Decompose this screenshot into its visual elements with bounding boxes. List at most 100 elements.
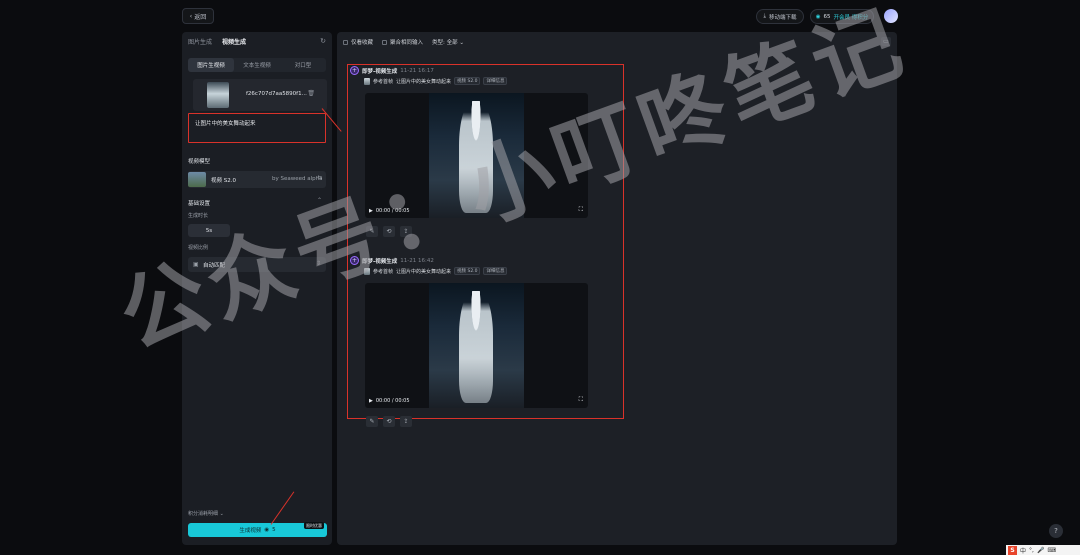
ratio-icon: ▣ bbox=[193, 261, 199, 268]
video-controls: ▶ 00:00 / 00:05 bbox=[369, 208, 410, 214]
tab-video-generation[interactable]: 视频生成 bbox=[222, 37, 246, 46]
chevron-down-icon: ⌄ bbox=[219, 511, 224, 517]
mobile-download-button[interactable]: ⤓ 移动端下载 bbox=[756, 9, 804, 24]
video-time: 00:00 / 00:05 bbox=[375, 398, 410, 404]
play-icon[interactable]: ▶ bbox=[369, 398, 373, 404]
reference-thumbnail[interactable] bbox=[364, 267, 370, 275]
generation-tabs: 图片生成 视频生成 bbox=[188, 37, 246, 46]
card-meta: 参考首帧 让图片中的美女舞动起来 视频 S2.0 详细信息 bbox=[364, 267, 508, 275]
share-icon[interactable]: ⇪ bbox=[400, 416, 412, 427]
subtab-lip-sync[interactable]: 对口型 bbox=[280, 58, 326, 72]
card-prompt: 让图片中的美女舞动起来 bbox=[396, 268, 452, 275]
generate-cost: 5 bbox=[272, 527, 276, 533]
back-button[interactable]: ‹ 返回 bbox=[182, 8, 214, 24]
filter-favorites[interactable]: 仅看收藏 bbox=[343, 38, 373, 46]
reference-label: 参考首帧 bbox=[373, 268, 394, 275]
filter-favorites-label: 仅看收藏 bbox=[351, 40, 374, 46]
model-selector[interactable]: 视频 S2.0 by Seaweed alpha ⇆ bbox=[188, 171, 326, 188]
subtab-image-to-video[interactable]: 图片生视频 bbox=[188, 58, 234, 72]
uploaded-filename: f26c707d7aa5890f1... bbox=[246, 91, 307, 97]
model-name: 视频 S2.0 bbox=[211, 178, 236, 184]
details-badge[interactable]: 详细信息 bbox=[483, 267, 508, 275]
duration-label: 生成时长 bbox=[188, 213, 209, 219]
points-icon: ◉ bbox=[815, 13, 821, 20]
video-mode-tabs: 图片生视频 文本生视频 对口型 bbox=[188, 58, 326, 72]
fullscreen-icon[interactable]: ⛶ bbox=[579, 396, 583, 404]
ime-toolbar: S 中 °, 🎤 ⌨ bbox=[1006, 545, 1080, 555]
prompt-text: 让图片中的美女舞动起来 bbox=[195, 121, 256, 127]
mic-icon[interactable]: 🎤 bbox=[1037, 547, 1044, 554]
model-by: by Seaweed alpha bbox=[272, 176, 323, 182]
video-frame bbox=[429, 283, 524, 408]
regenerate-icon[interactable]: ⟲ bbox=[383, 416, 395, 427]
filter-aggregate-label: 聚合相同输入 bbox=[390, 40, 424, 46]
filter-type-dropdown[interactable]: 类型: 全部 ⌄ bbox=[432, 38, 464, 46]
card-actions: ✎ ⟲ ⇪ bbox=[366, 416, 412, 427]
vip-label: 开会员 得积分 bbox=[833, 14, 869, 21]
filter-aggregate[interactable]: 聚合相同输入 bbox=[382, 38, 423, 46]
chevron-down-icon: ⌄ bbox=[459, 40, 464, 46]
back-label: 返回 bbox=[194, 13, 207, 21]
model-thumbnail bbox=[188, 172, 206, 187]
card-time: 11-21 16:42 bbox=[400, 257, 434, 264]
mobile-download-label: 移动端下载 bbox=[768, 14, 797, 21]
reference-thumbnail[interactable] bbox=[364, 77, 370, 85]
edit-icon[interactable]: ✎ bbox=[366, 416, 378, 427]
uploaded-thumbnail bbox=[207, 82, 229, 108]
video-time: 00:00 / 00:05 bbox=[375, 208, 410, 214]
punctuation-icon[interactable]: °, bbox=[1029, 547, 1034, 554]
details-badge[interactable]: 详细信息 bbox=[483, 77, 508, 85]
keyboard-icon[interactable]: ⌨ bbox=[1047, 547, 1056, 554]
share-icon[interactable]: ⇪ bbox=[400, 226, 412, 237]
sogou-icon[interactable]: S bbox=[1008, 545, 1017, 555]
play-icon[interactable]: ▶ bbox=[369, 208, 373, 214]
regenerate-icon[interactable]: ⟲ bbox=[383, 226, 395, 237]
card-title: 即梦-视频生成 bbox=[362, 68, 398, 75]
card-header: + 即梦-视频生成 11-21 16:42 bbox=[350, 256, 434, 265]
points-detail-label: 积分消耗明细 bbox=[188, 511, 219, 517]
card-title: 即梦-视频生成 bbox=[362, 258, 398, 265]
filter-bar: 仅看收藏 聚合相同输入 类型: 全部 ⌄ bbox=[343, 38, 464, 46]
chevron-up-icon[interactable]: ⌃ bbox=[317, 197, 322, 204]
tab-image-generation[interactable]: 图片生成 bbox=[188, 37, 212, 46]
checkbox-icon bbox=[343, 40, 348, 45]
ratio-select[interactable]: ▣ 自动匹配 ⇕ bbox=[188, 257, 326, 272]
filter-type-label: 类型: 全部 bbox=[432, 40, 458, 46]
trash-icon[interactable]: 🗑 bbox=[307, 90, 315, 97]
left-panel: 图片生成 视频生成 ↻ 图片生视频 文本生视频 对口型 f26c707d7aa5… bbox=[182, 32, 332, 545]
card-time: 11-21 16:17 bbox=[400, 67, 434, 74]
dreamina-icon: + bbox=[350, 256, 359, 265]
help-button[interactable]: ? bbox=[1049, 524, 1063, 538]
video-player[interactable]: ▶ 00:00 / 00:05 ⛶ bbox=[365, 93, 588, 218]
points-value: 65 bbox=[823, 13, 831, 20]
video-subject bbox=[459, 291, 493, 403]
model-badge: 视频 S2.0 bbox=[454, 267, 481, 275]
video-subject bbox=[459, 101, 493, 213]
reference-label: 参考首帧 bbox=[373, 78, 394, 85]
card-header: + 即梦-视频生成 11-21 16:17 bbox=[350, 66, 434, 75]
chevron-left-icon: ‹ bbox=[189, 12, 193, 20]
ime-mode[interactable]: 中 bbox=[1020, 546, 1026, 555]
model-badge: 视频 S2.0 bbox=[454, 77, 481, 85]
video-player[interactable]: ▶ 00:00 / 00:05 ⛶ bbox=[365, 283, 588, 408]
ratio-value: 自动匹配 bbox=[203, 263, 226, 269]
folder-icon[interactable]: ▭ bbox=[881, 37, 891, 46]
card-prompt: 让图片中的美女舞动起来 bbox=[396, 78, 452, 85]
checkbox-icon bbox=[382, 40, 388, 45]
fullscreen-icon[interactable]: ⛶ bbox=[579, 206, 583, 214]
points-pill[interactable]: ◉ 65 开会员 得积分 bbox=[810, 9, 874, 24]
uploaded-image[interactable]: f26c707d7aa5890f1... 🗑 bbox=[193, 79, 327, 111]
avatar[interactable] bbox=[884, 9, 898, 23]
video-controls: ▶ 00:00 / 00:05 bbox=[369, 398, 410, 404]
switch-icon: ⇆ bbox=[317, 175, 322, 181]
results-panel: 仅看收藏 聚合相同输入 类型: 全部 ⌄ ▭ + 即梦-视频生成 11-21 1… bbox=[337, 32, 897, 545]
points-detail-toggle[interactable]: 积分消耗明细 ⌄ bbox=[188, 510, 224, 517]
duration-option[interactable]: 5s bbox=[188, 224, 230, 237]
dreamina-icon: + bbox=[350, 66, 359, 75]
refresh-icon[interactable]: ↻ bbox=[320, 37, 326, 45]
edit-icon[interactable]: ✎ bbox=[366, 226, 378, 237]
basic-settings-label: 基础设置 bbox=[188, 201, 211, 207]
subtab-text-to-video[interactable]: 文本生视频 bbox=[234, 58, 280, 72]
card-meta: 参考首帧 让图片中的美女舞动起来 视频 S2.0 详细信息 bbox=[364, 77, 508, 85]
prompt-input[interactable]: 让图片中的美女舞动起来 bbox=[188, 113, 326, 143]
